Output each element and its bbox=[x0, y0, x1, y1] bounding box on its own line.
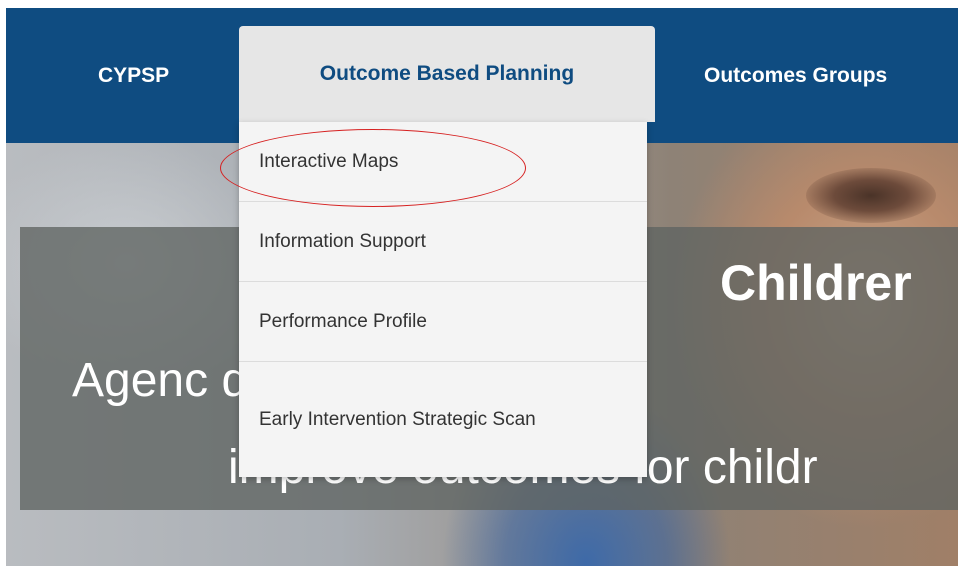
nav-item-outcomes-groups[interactable]: Outcomes Groups bbox=[704, 8, 887, 143]
menu-item-interactive-maps[interactable]: Interactive Maps bbox=[239, 122, 647, 202]
nav-item-outcome-based-planning[interactable]: Outcome Based Planning bbox=[239, 26, 655, 122]
hero-photo-detail bbox=[806, 168, 936, 223]
nav-item-cypsp[interactable]: CYPSP bbox=[98, 8, 169, 143]
browser-viewport: Childrer Agenc d young peo improve outco… bbox=[6, 8, 958, 566]
outcome-based-planning-dropdown-menu: Interactive Maps Information Support Per… bbox=[239, 122, 647, 477]
menu-item-information-support[interactable]: Information Support bbox=[239, 202, 647, 282]
menu-item-early-intervention-strategic-scan[interactable]: Early Intervention Strategic Scan bbox=[239, 362, 647, 477]
menu-item-performance-profile[interactable]: Performance Profile bbox=[239, 282, 647, 362]
hero-title: Childrer bbox=[720, 255, 912, 311]
